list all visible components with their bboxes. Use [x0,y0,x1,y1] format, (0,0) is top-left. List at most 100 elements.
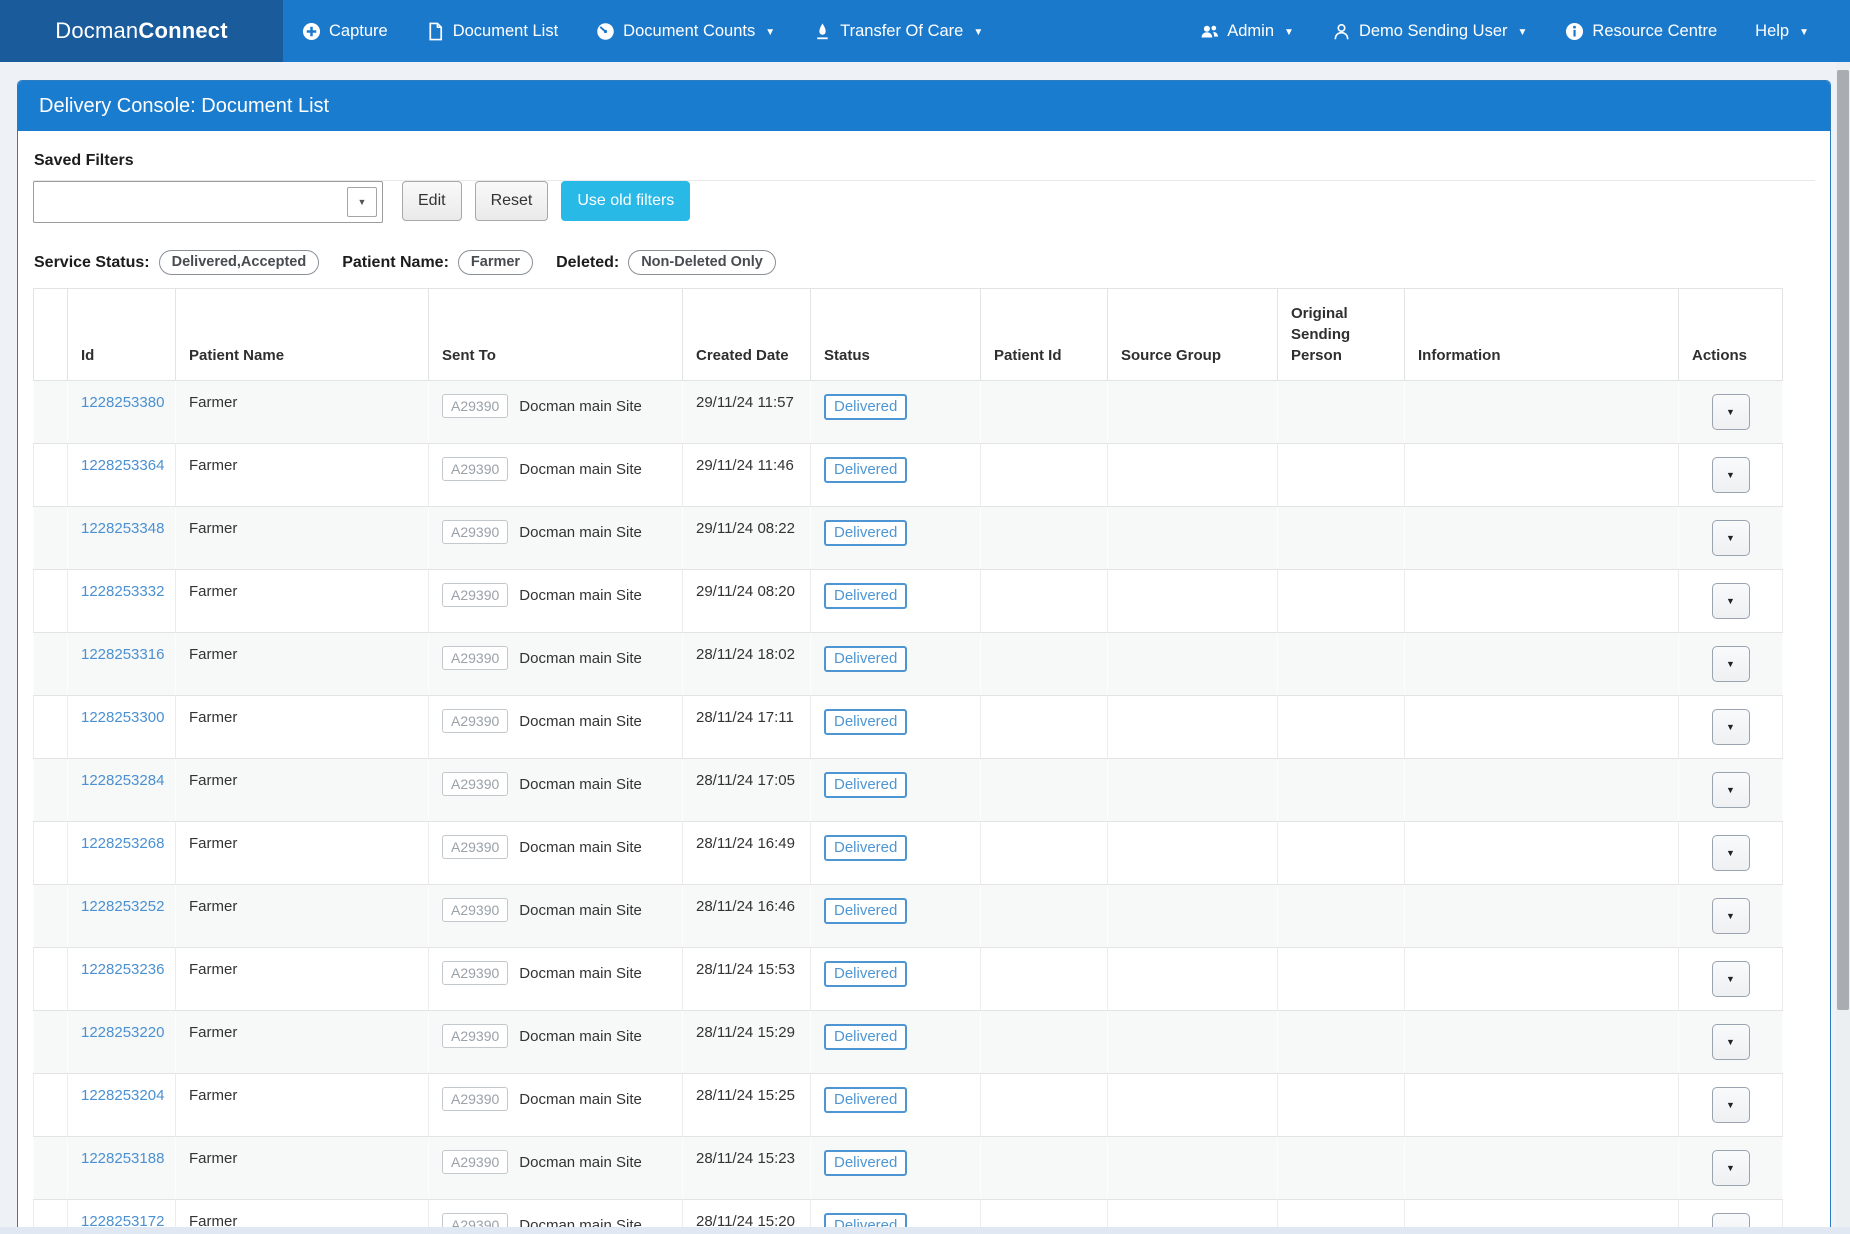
source-group-cell [1108,759,1278,822]
row-actions-dropdown-button[interactable]: ▼ [1712,457,1750,493]
patient-id-cell [981,759,1108,822]
information-cell [1405,444,1679,507]
saved-filters-dropdown-button[interactable]: ▼ [347,187,377,217]
source-group-cell [1108,381,1278,444]
nav-help[interactable]: Help ▼ [1736,0,1828,62]
document-id-link[interactable]: 1228253220 [81,1024,164,1041]
status-cell: Delivered [811,822,981,885]
source-group-cell [1108,696,1278,759]
document-id-link[interactable]: 1228253300 [81,709,164,726]
sent-to-code-badge: A29390 [442,898,508,922]
patient-id-cell [981,1011,1108,1074]
document-id-link[interactable]: 1228253268 [81,835,164,852]
row-actions-dropdown-button[interactable]: ▼ [1712,1087,1750,1123]
original-sending-person-cell [1278,885,1405,948]
row-actions-dropdown-button[interactable]: ▼ [1712,961,1750,997]
document-id-link[interactable]: 1228253332 [81,583,164,600]
document-id-link[interactable]: 1228253204 [81,1087,164,1104]
reset-button[interactable]: Reset [475,181,549,221]
row-actions-dropdown-button[interactable]: ▼ [1712,709,1750,745]
sent-to-cell: A29390Docman main Site [429,381,683,444]
row-actions-dropdown-button[interactable]: ▼ [1712,1150,1750,1186]
sent-to-code-badge: A29390 [442,394,508,418]
pen-icon [813,22,832,41]
nav-resource-centre[interactable]: Resource Centre [1546,0,1736,62]
sent-to-code-badge: A29390 [442,583,508,607]
nav-admin[interactable]: Admin ▼ [1181,0,1313,62]
use-old-filters-button[interactable]: Use old filters [561,181,690,221]
row-actions-dropdown-button[interactable]: ▼ [1712,646,1750,682]
sent-to-cell: A29390Docman main Site [429,570,683,633]
saved-filters-input[interactable] [34,182,382,222]
filter-pill-deleted[interactable]: Non-Deleted Only [628,250,776,275]
information-cell [1405,822,1679,885]
information-cell [1405,948,1679,1011]
original-sending-person-cell [1278,507,1405,570]
document-id-link[interactable]: 1228253284 [81,772,164,789]
patient-name-cell: Farmer [176,633,429,696]
row-actions-dropdown-button[interactable]: ▼ [1712,835,1750,871]
row-actions-dropdown-button[interactable]: ▼ [1712,394,1750,430]
nav-transfer-of-care[interactable]: Transfer Of Care ▼ [794,0,1002,62]
brand-logo[interactable]: DocmanConnect [0,0,283,62]
created-date-cell: 29/11/24 08:22 [683,507,811,570]
vertical-scrollbar-track[interactable] [1836,62,1850,1234]
caret-down-icon: ▼ [1726,848,1735,858]
edit-button[interactable]: Edit [402,181,462,221]
nav-capture[interactable]: Capture [283,0,407,62]
document-id-link[interactable]: 1228253188 [81,1150,164,1167]
status-badge: Delivered [824,961,907,987]
document-id-link[interactable]: 1228253364 [81,457,164,474]
patient-id-cell [981,696,1108,759]
document-id-link[interactable]: 1228253236 [81,961,164,978]
nav-document-list[interactable]: Document List [407,0,577,62]
original-sending-person-cell [1278,1011,1405,1074]
source-group-cell [1108,633,1278,696]
row-actions-dropdown-button[interactable]: ▼ [1712,520,1750,556]
row-actions-dropdown-button[interactable]: ▼ [1712,772,1750,808]
header-source-group: Source Group [1108,289,1278,381]
header-created-date: Created Date [683,289,811,381]
sent-to-cell: A29390Docman main Site [429,822,683,885]
original-sending-person-cell [1278,822,1405,885]
caret-down-icon: ▼ [1726,533,1735,543]
row-actions-dropdown-button[interactable]: ▼ [1712,898,1750,934]
caret-down-icon: ▼ [358,197,367,207]
table-header-row: Id Patient Name Sent To Created Date Sta… [34,289,1783,381]
patient-id-cell [981,633,1108,696]
filter-pill-patient-name[interactable]: Farmer [458,250,533,275]
row-actions-dropdown-button[interactable]: ▼ [1712,1024,1750,1060]
patient-id-cell [981,885,1108,948]
status-badge: Delivered [824,835,907,861]
saved-filters-combobox: ▼ [33,181,383,223]
document-id-link[interactable]: 1228253316 [81,646,164,663]
sent-to-code-badge: A29390 [442,1087,508,1111]
nav-document-counts[interactable]: Document Counts ▼ [577,0,794,62]
vertical-scrollbar-thumb[interactable] [1837,70,1849,1010]
caret-down-icon: ▼ [765,27,775,38]
source-group-cell [1108,507,1278,570]
table-row: 1228253284 Farmer A29390Docman main Site… [34,759,1783,822]
patient-name-cell: Farmer [176,381,429,444]
original-sending-person-cell [1278,1074,1405,1137]
filter-pill-service-status[interactable]: Delivered,Accepted [159,250,320,275]
document-id-link[interactable]: 1228253252 [81,898,164,915]
sent-to-code-badge: A29390 [442,1024,508,1048]
caret-down-icon: ▼ [1726,470,1735,480]
nav-label: Transfer Of Care [840,22,963,41]
row-actions-dropdown-button[interactable]: ▼ [1712,583,1750,619]
caret-down-icon: ▼ [1726,785,1735,795]
created-date-cell: 29/11/24 08:20 [683,570,811,633]
nav-current-user[interactable]: Demo Sending User ▼ [1313,0,1546,62]
table-row: 1228253380 Farmer A29390Docman main Site… [34,381,1783,444]
original-sending-person-cell [1278,570,1405,633]
original-sending-person-cell [1278,444,1405,507]
information-cell [1405,759,1679,822]
document-id-link[interactable]: 1228253348 [81,520,164,537]
patient-name-cell: Farmer [176,444,429,507]
patient-id-cell [981,570,1108,633]
caret-down-icon: ▼ [1518,27,1528,38]
sent-to-cell: A29390Docman main Site [429,444,683,507]
document-id-link[interactable]: 1228253380 [81,394,164,411]
status-cell: Delivered [811,381,981,444]
